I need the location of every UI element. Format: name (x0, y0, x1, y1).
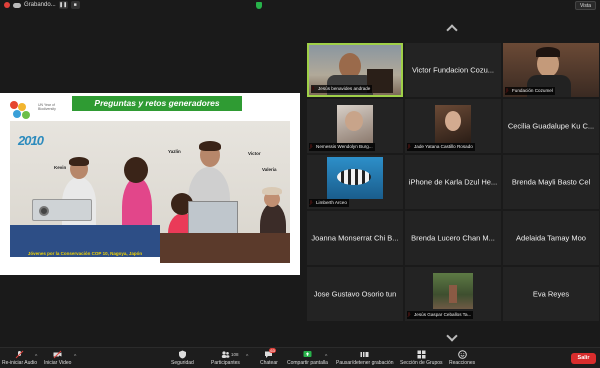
share-screen-button[interactable]: Compartir pantalla (287, 350, 328, 366)
participant-tile[interactable]: Jade Yatana Castillo Rosado (405, 99, 501, 153)
participant-tile[interactable]: Victor Fundacion Cozu... (405, 43, 501, 97)
photo-name-kevin: Kevin (54, 165, 67, 170)
video-options-chevron-icon[interactable]: ^ (74, 354, 76, 360)
biodiversity-logo (10, 101, 36, 123)
participant-name: Limberth Arceo (309, 199, 349, 207)
participant-name: Jose Gustavo Osorio tun (313, 289, 397, 299)
participant-name: Eva Reyes (532, 289, 570, 299)
gallery-prev-icon[interactable] (445, 24, 459, 32)
gallery-next-icon[interactable] (445, 334, 459, 342)
mic-muted-icon (15, 350, 24, 359)
recording-indicator: Grabando... ❚❚ ■ (4, 1, 80, 9)
participant-name: iPhone de Karla Dzul He... (408, 177, 498, 187)
unmute-button[interactable]: Re-iniciar Audio (2, 350, 37, 366)
chat-label: Chatear (260, 360, 278, 366)
participants-button[interactable]: 108 Participantes (211, 350, 240, 366)
reactions-button[interactable]: Reacciones (449, 350, 475, 366)
participant-name: Fundación Cozumel (505, 87, 555, 95)
security-button[interactable]: Seguridad (171, 350, 194, 366)
participants-label: Participantes (211, 360, 240, 366)
photo-name-valeria: Valeria (262, 167, 277, 172)
participant-tile[interactable]: Fundación Cozumel (503, 43, 599, 97)
share-screen-label: Compartir pantalla (287, 360, 328, 366)
start-video-label: Iniciar Video (44, 360, 72, 366)
recording-dot-icon (4, 2, 10, 8)
share-screen-icon (303, 350, 312, 359)
shared-screen: UN Year of Biodiversity Kevin Yazlin Vic… (0, 93, 300, 275)
shield-icon (178, 350, 187, 359)
participant-name: Jesús Gaspar Ceballos Ta... (407, 311, 474, 319)
participant-name: Adelaida Tamay Moo (516, 233, 586, 243)
participants-icon: 108 (221, 350, 238, 359)
laptop (188, 201, 238, 235)
participants-count: 108 (230, 352, 239, 357)
participant-tile[interactable]: Cecilia Guadalupe Ku C... (503, 99, 599, 153)
breakout-rooms-button[interactable]: Sección de Grupos (400, 350, 443, 366)
participant-tile[interactable]: Eva Reyes (503, 267, 599, 321)
participant-tile[interactable]: Brenda Mayli Basto Cel (503, 155, 599, 209)
slide-title: Preguntas y retos generadores (72, 96, 242, 111)
participant-name: Brenda Lucero Chan M... (411, 233, 495, 243)
view-label: Vista (579, 3, 591, 9)
smiley-icon (457, 350, 467, 359)
participants-options-chevron-icon[interactable]: ^ (246, 354, 248, 360)
participant-name: Brenda Mayli Basto Cel (511, 177, 591, 187)
photo-name-yazlin: Yazlin (168, 149, 181, 154)
pause-stop-label: Pausar/detener grabación (336, 360, 394, 366)
participant-tile[interactable]: Jesús Gaspar Ceballos Ta... (405, 267, 501, 321)
pause-recording-button[interactable]: ❚❚ (58, 1, 68, 9)
participant-tile[interactable]: Adelaida Tamay Moo (503, 211, 599, 265)
start-video-button[interactable]: Iniciar Video (44, 350, 71, 366)
view-button[interactable]: Vista (574, 1, 596, 10)
audio-options-chevron-icon[interactable]: ^ (35, 354, 37, 360)
logo-2010: 2010 (18, 133, 44, 148)
participant-name: Jesús benavides andrade (311, 85, 373, 93)
security-shield-icon[interactable] (256, 2, 262, 9)
stop-recording-button[interactable]: ■ (70, 1, 80, 9)
meeting-toolbar: Re-iniciar Audio ^ Iniciar Video ^ Segur… (0, 347, 600, 368)
photo-name-victor: Victor (248, 151, 261, 156)
leave-label: Salir (577, 355, 590, 361)
projector (32, 199, 92, 221)
participant-tile[interactable]: Jose Gustavo Osorio tun (307, 267, 403, 321)
brown-table (160, 233, 290, 263)
recording-label: Grabando... (24, 2, 56, 8)
pause-stop-recording-button[interactable]: Pausar/detener grabación (336, 350, 394, 366)
breakout-rooms-label: Sección de Grupos (400, 360, 443, 366)
video-off-icon (53, 350, 62, 359)
participant-name: Cecilia Guadalupe Ku C... (507, 121, 595, 131)
participant-tile[interactable]: Jesús benavides andrade (307, 43, 403, 97)
pause-stop-icon (360, 350, 369, 359)
participant-name: Jade Yatana Castillo Rosado (407, 143, 475, 151)
cloud-icon (13, 2, 21, 8)
slide-caption: Jóvenes por la Conservación COP 10, Nago… (27, 251, 143, 256)
participant-tile[interactable]: Limberth Arceo (307, 155, 403, 209)
participant-tile[interactable]: iPhone de Karla Dzul He... (405, 155, 501, 209)
top-bar: Grabando... ❚❚ ■ Vista (0, 0, 600, 12)
photo-name-paula: Paula (204, 267, 217, 272)
chat-icon: 63 (264, 348, 276, 359)
chat-button[interactable]: 63 Chatear (260, 348, 278, 366)
share-options-chevron-icon[interactable]: ^ (325, 354, 327, 360)
breakout-rooms-icon (417, 350, 426, 359)
participant-tile[interactable]: Nemessis Wendolyn Burg... (307, 99, 403, 153)
leave-meeting-button[interactable]: Salir (571, 353, 596, 364)
unmute-label: Re-iniciar Audio (2, 360, 38, 366)
participant-tile[interactable]: Brenda Lucero Chan M... (405, 211, 501, 265)
participant-name: Nemessis Wendolyn Burg... (309, 143, 375, 151)
security-label: Seguridad (171, 360, 194, 366)
participant-name: Joanna Monserrat Chi B... (311, 233, 399, 243)
reactions-label: Reacciones (449, 360, 476, 366)
chat-badge: 63 (269, 348, 276, 353)
logo-text: UN Year of Biodiversity (38, 103, 56, 111)
participant-name: Victor Fundacion Cozu... (412, 65, 494, 75)
participant-tile[interactable]: Joanna Monserrat Chi B... (307, 211, 403, 265)
